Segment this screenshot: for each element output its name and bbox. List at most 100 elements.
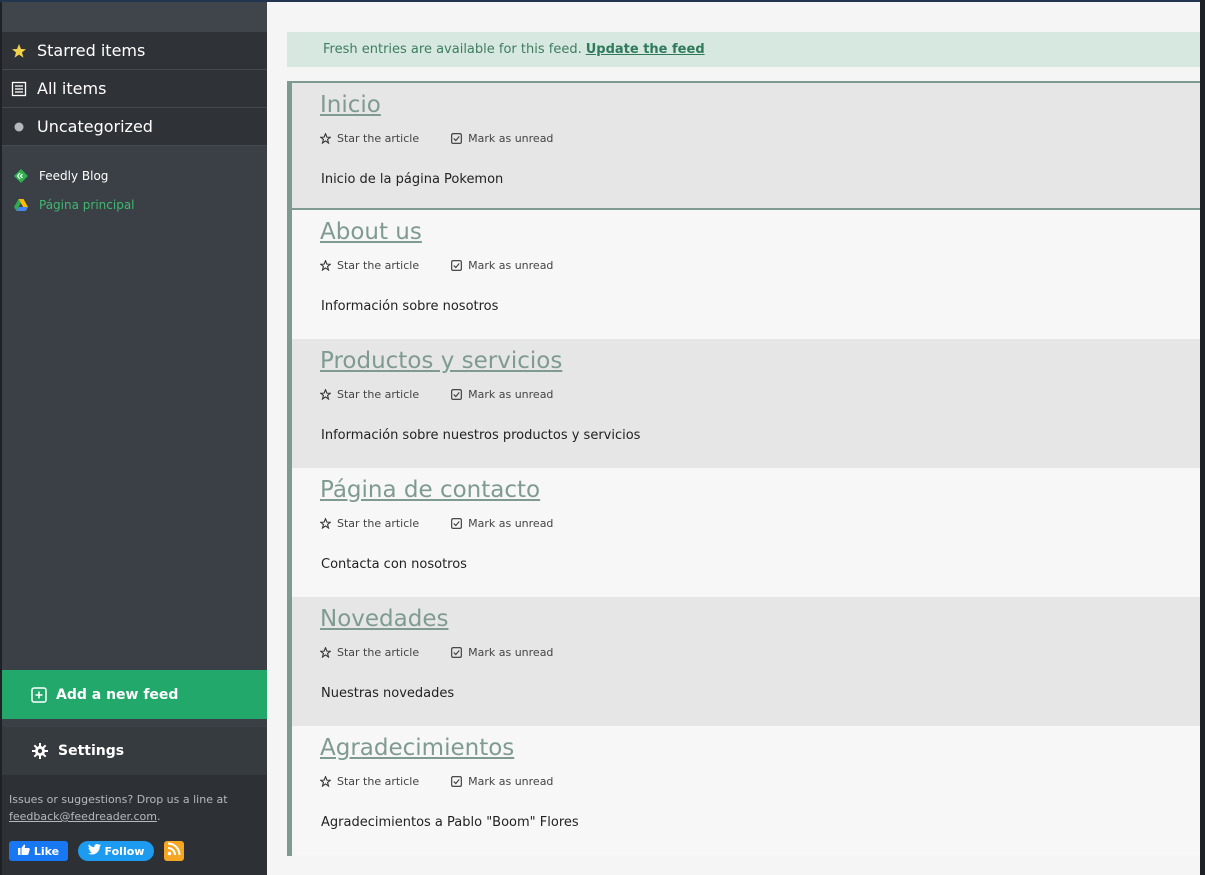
article-description: Agradecimientos a Pablo "Boom" Flores (321, 815, 579, 830)
star-article-button[interactable]: Star the article (320, 646, 419, 659)
article-title-link[interactable]: Novedades (320, 606, 448, 632)
star-icon (11, 43, 27, 59)
article-description: Información sobre nosotros (321, 299, 499, 314)
checkbox-icon (451, 133, 462, 144)
article-actions: Star the article Mark as unread (320, 259, 553, 272)
nav-all-items-label: All items (37, 79, 107, 98)
facebook-like-button[interactable]: Like (9, 841, 68, 861)
add-feed-label: Add a new feed (56, 686, 179, 703)
rss-button[interactable] (164, 841, 184, 861)
add-feed-button[interactable]: Add a new feed (2, 670, 267, 719)
article-item: Novedades Star the article Mark as unrea… (292, 597, 1200, 726)
unread-label: Mark as unread (468, 132, 554, 145)
article-description: Contacta con nosotros (321, 557, 467, 572)
article-list: Inicio Star the article Mark as unread I… (287, 81, 1200, 856)
thumbs-up-icon (17, 843, 30, 860)
star-outline-icon (320, 133, 331, 144)
feed-pagina-principal[interactable]: Página principal (2, 190, 267, 219)
feedback-email-link[interactable]: feedback@feedreader.com (9, 810, 157, 823)
star-outline-icon (320, 647, 331, 658)
twitter-follow-button[interactable]: Follow (78, 841, 154, 861)
article-item: Productos y servicios Star the article M… (292, 339, 1200, 468)
checkbox-icon (451, 389, 462, 400)
star-article-button[interactable]: Star the article (320, 517, 419, 530)
article-item: Inicio Star the article Mark as unread I… (292, 81, 1200, 210)
article-description: Nuestras novedades (321, 686, 455, 701)
settings-button[interactable]: Settings (2, 727, 267, 775)
mark-unread-button[interactable]: Mark as unread (451, 388, 553, 401)
nav-all-items[interactable]: All items (2, 70, 267, 108)
settings-label: Settings (58, 743, 125, 759)
star-outline-icon (320, 389, 331, 400)
star-label: Star the article (337, 132, 420, 145)
mark-unread-button[interactable]: Mark as unread (451, 646, 553, 659)
feed-feedly-label: Feedly Blog (39, 168, 109, 183)
feed-list: Feedly Blog Página principal (2, 146, 267, 219)
unread-label: Mark as unread (468, 388, 554, 401)
unread-label: Mark as unread (468, 775, 554, 788)
article-title-link[interactable]: Inicio (320, 92, 381, 118)
feed-pagina-label: Página principal (39, 197, 135, 212)
article-actions: Star the article Mark as unread (320, 388, 553, 401)
star-article-button[interactable]: Star the article (320, 388, 419, 401)
feedly-icon (13, 168, 29, 184)
nav-uncategorized-label: Uncategorized (37, 117, 153, 136)
window-right-border (1200, 0, 1205, 875)
article-actions: Star the article Mark as unread (320, 132, 553, 145)
main-content: Fresh entries are available for this fee… (267, 2, 1200, 875)
star-label: Star the article (337, 388, 420, 401)
dot-icon (11, 119, 27, 135)
star-label: Star the article (337, 775, 420, 788)
checkbox-icon (451, 647, 462, 658)
star-label: Star the article (337, 517, 420, 530)
unread-label: Mark as unread (468, 259, 554, 272)
article-description: Información sobre nuestros productos y s… (321, 428, 641, 443)
checkbox-icon (451, 260, 462, 271)
star-article-button[interactable]: Star the article (320, 259, 419, 272)
star-outline-icon (320, 776, 331, 787)
article-title-link[interactable]: Productos y servicios (320, 348, 562, 374)
footer-text: Issues or suggestions? Drop us a line at (9, 793, 228, 806)
nav-starred-items[interactable]: Starred items (2, 32, 267, 70)
nav-starred-label: Starred items (37, 41, 146, 60)
nav-uncategorized[interactable]: Uncategorized (2, 108, 267, 146)
footer-period: . (156, 810, 161, 823)
mark-unread-button[interactable]: Mark as unread (451, 259, 553, 272)
sidebar-footer: Issues or suggestions? Drop us a line at… (2, 775, 267, 875)
article-title-link[interactable]: Agradecimientos (320, 735, 514, 761)
article-title-link[interactable]: About us (320, 219, 422, 245)
checkbox-icon (451, 776, 462, 787)
sidebar: Starred items All items Uncategorized Fe… (2, 2, 267, 875)
checkbox-icon (451, 518, 462, 529)
mark-unread-button[interactable]: Mark as unread (451, 132, 553, 145)
follow-label: Follow (104, 844, 145, 858)
twitter-bird-icon (87, 843, 101, 860)
list-icon (11, 81, 27, 97)
article-item: About us Star the article Mark as unread… (292, 210, 1200, 339)
article-description: Inicio de la página Pokemon (321, 172, 504, 187)
unread-label: Mark as unread (468, 517, 554, 530)
star-article-button[interactable]: Star the article (320, 775, 419, 788)
star-label: Star the article (337, 646, 420, 659)
like-label: Like (33, 844, 60, 858)
article-actions: Star the article Mark as unread (320, 646, 553, 659)
update-feed-link[interactable]: Update the feed (586, 42, 705, 57)
star-outline-icon (320, 518, 331, 529)
feed-feedly-blog[interactable]: Feedly Blog (2, 161, 267, 190)
rss-icon (167, 842, 181, 861)
star-label: Star the article (337, 259, 420, 272)
article-item: Página de contacto Star the article Mark… (292, 468, 1200, 597)
mark-unread-button[interactable]: Mark as unread (451, 517, 553, 530)
star-article-button[interactable]: Star the article (320, 132, 419, 145)
sidebar-header (2, 2, 267, 32)
gear-icon (31, 742, 49, 760)
unread-label: Mark as unread (468, 646, 554, 659)
article-title-link[interactable]: Página de contacto (320, 477, 540, 503)
social-buttons: Like Follow (9, 841, 184, 861)
star-outline-icon (320, 260, 331, 271)
mark-unread-button[interactable]: Mark as unread (451, 775, 553, 788)
article-actions: Star the article Mark as unread (320, 775, 553, 788)
article-item: Agradecimientos Star the article Mark as… (292, 726, 1200, 855)
notice-text: Fresh entries are available for this fee… (323, 42, 582, 57)
plus-box-icon (31, 686, 47, 703)
